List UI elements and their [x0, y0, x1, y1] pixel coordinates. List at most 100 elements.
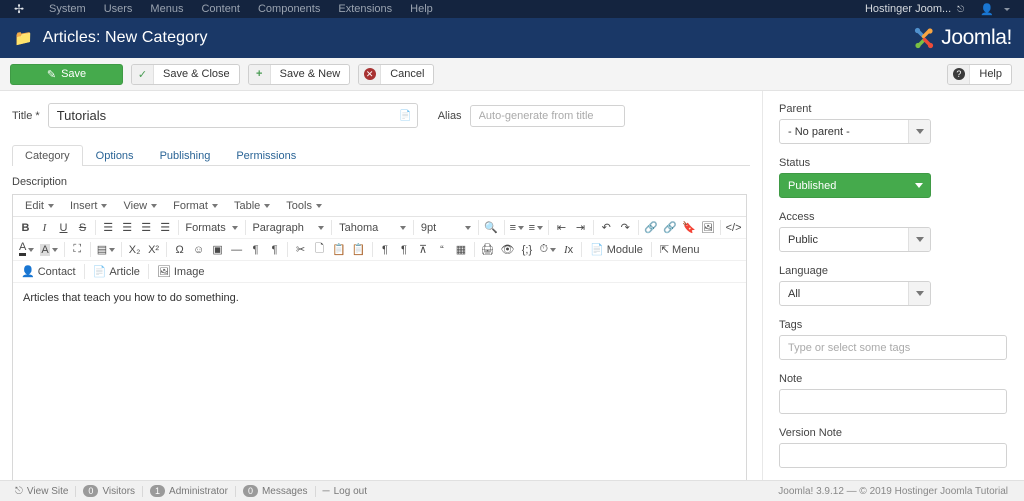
user-icon[interactable]: 👤: [980, 3, 994, 16]
blockquote-icon[interactable]: “: [433, 240, 452, 259]
insert-module-button[interactable]: 📄 Module: [585, 240, 648, 259]
access-select[interactable]: Public: [779, 227, 931, 252]
special-character-icon[interactable]: Ω: [170, 240, 189, 259]
editor-content-area[interactable]: Articles that teach you how to do someth…: [13, 283, 746, 501]
editor-menu-view[interactable]: View: [115, 198, 165, 214]
editor-menu-insert[interactable]: Insert: [62, 198, 116, 214]
title-input[interactable]: [48, 103, 418, 128]
background-color-icon[interactable]: A: [37, 240, 60, 259]
menu-item-users[interactable]: Users: [95, 1, 142, 17]
cancel-button[interactable]: ✕ Cancel: [358, 64, 434, 85]
messages-status[interactable]: 0 Messages: [236, 485, 315, 497]
formats-select[interactable]: Formats: [181, 218, 241, 237]
paste-as-text-icon[interactable]: 📋: [349, 240, 369, 259]
fullscreen-icon[interactable]: ⛶: [68, 240, 87, 259]
tab-publishing[interactable]: Publishing: [147, 145, 224, 166]
align-right-icon[interactable]: ☰: [137, 218, 156, 237]
unlink-icon[interactable]: 🔗: [660, 218, 679, 237]
text-color-icon[interactable]: A: [16, 240, 37, 259]
paste-icon[interactable]: 📋: [329, 240, 349, 259]
show-invisible-chars-icon[interactable]: ¶: [395, 240, 414, 259]
chevron-down-icon[interactable]: [908, 282, 930, 305]
status-select[interactable]: Published: [779, 173, 931, 198]
parent-select[interactable]: - No parent -: [779, 119, 931, 144]
strikethrough-icon[interactable]: S: [73, 218, 92, 237]
external-link-icon[interactable]: ⎋: [957, 4, 964, 15]
link-icon[interactable]: 🔗: [641, 218, 660, 237]
view-site-link[interactable]: ⎋ View Site: [8, 486, 75, 497]
subscript-icon[interactable]: X₂: [125, 240, 144, 259]
copy-icon[interactable]: 🗋: [310, 240, 329, 259]
tab-permissions[interactable]: Permissions: [223, 145, 309, 166]
administrator-status[interactable]: 1 Administrator: [143, 485, 235, 497]
menu-item-system[interactable]: System: [40, 1, 95, 17]
cut-icon[interactable]: ✂: [291, 240, 310, 259]
source-code-icon[interactable]: </>: [724, 218, 743, 237]
align-left-icon[interactable]: ☰: [99, 218, 118, 237]
chevron-down-icon[interactable]: [908, 228, 930, 251]
insert-contact-button[interactable]: 👤 Contact: [16, 262, 81, 281]
undo-icon[interactable]: ↶: [597, 218, 616, 237]
insert-menu-button[interactable]: ⇱ Menu: [655, 240, 705, 259]
font-family-select[interactable]: Tahoma: [335, 218, 410, 237]
tab-category[interactable]: Category: [12, 145, 83, 166]
font-size-select[interactable]: 9pt: [417, 218, 475, 237]
chevron-down-icon[interactable]: [908, 120, 930, 143]
align-center-icon[interactable]: ☰: [118, 218, 137, 237]
tags-input[interactable]: [779, 335, 1007, 360]
insert-table-icon[interactable]: ▤: [94, 240, 118, 259]
insert-template-icon[interactable]: ▦: [452, 240, 471, 259]
bold-icon[interactable]: B: [16, 218, 35, 237]
version-note-input[interactable]: [779, 443, 1007, 468]
tab-options[interactable]: Options: [83, 145, 147, 166]
menu-item-components[interactable]: Components: [249, 1, 329, 17]
indent-icon[interactable]: ⇥: [571, 218, 590, 237]
editor-menu-edit[interactable]: Edit: [17, 198, 62, 214]
editor-menu-format[interactable]: Format: [165, 198, 226, 214]
align-justify-icon[interactable]: ☰: [156, 218, 175, 237]
menu-item-content[interactable]: Content: [192, 1, 249, 17]
insert-datetime-icon[interactable]: ⏱: [536, 240, 559, 259]
bullet-list-icon[interactable]: ≡: [507, 218, 526, 237]
underline-icon[interactable]: U: [54, 218, 73, 237]
save-and-new-button[interactable]: + Save & New: [248, 64, 351, 85]
joomla-mark-icon[interactable]: ✢: [10, 2, 28, 16]
chevron-down-icon[interactable]: [908, 174, 930, 197]
chevron-down-icon[interactable]: [1004, 8, 1010, 11]
insert-nonbreaking-icon[interactable]: {;}: [517, 240, 536, 259]
logout-link[interactable]: ─ Log out: [316, 486, 374, 497]
italic-icon[interactable]: I: [35, 218, 54, 237]
save-and-close-button[interactable]: ✓ Save & Close: [131, 64, 240, 85]
rtl-direction-icon[interactable]: ¶: [265, 240, 284, 259]
insert-image-button[interactable]: 🖼 Image: [152, 262, 210, 281]
search-replace-icon[interactable]: 🔍: [482, 218, 501, 237]
preview-icon[interactable]: 👁: [497, 240, 517, 259]
menu-item-help[interactable]: Help: [401, 1, 442, 17]
save-button[interactable]: ✎ Save: [10, 64, 123, 85]
superscript-icon[interactable]: X²: [144, 240, 163, 259]
editor-menu-tools[interactable]: Tools: [278, 198, 330, 214]
editor-menu-table[interactable]: Table: [226, 198, 278, 214]
horizontal-rule-icon[interactable]: —: [227, 240, 246, 259]
print-icon[interactable]: 🖨: [478, 240, 498, 259]
note-input[interactable]: [779, 389, 1007, 414]
menu-item-menus[interactable]: Menus: [141, 1, 192, 17]
insert-page-break-icon[interactable]: ⊼: [414, 240, 433, 259]
outdent-icon[interactable]: ⇤: [552, 218, 571, 237]
insert-media-icon[interactable]: ▣: [208, 240, 227, 259]
redo-icon[interactable]: ↷: [616, 218, 635, 237]
emoticon-icon[interactable]: ☺: [189, 240, 208, 259]
remove-format-icon[interactable]: Ix: [559, 240, 578, 259]
anchor-icon[interactable]: 🔖: [679, 218, 698, 237]
visitors-status[interactable]: 0 Visitors: [76, 485, 142, 497]
menu-item-extensions[interactable]: Extensions: [329, 1, 401, 17]
paragraph-select[interactable]: Paragraph: [248, 218, 328, 237]
show-blocks-icon[interactable]: ¶: [376, 240, 395, 259]
insert-image-icon[interactable]: 🖼: [698, 218, 717, 237]
alias-input[interactable]: [470, 105, 625, 127]
ltr-direction-icon[interactable]: ¶: [246, 240, 265, 259]
insert-article-button[interactable]: 📄 Article: [88, 262, 145, 281]
language-select[interactable]: All: [779, 281, 931, 306]
help-button[interactable]: ? Help: [947, 64, 1012, 85]
numbered-list-icon[interactable]: ≡: [526, 218, 545, 237]
